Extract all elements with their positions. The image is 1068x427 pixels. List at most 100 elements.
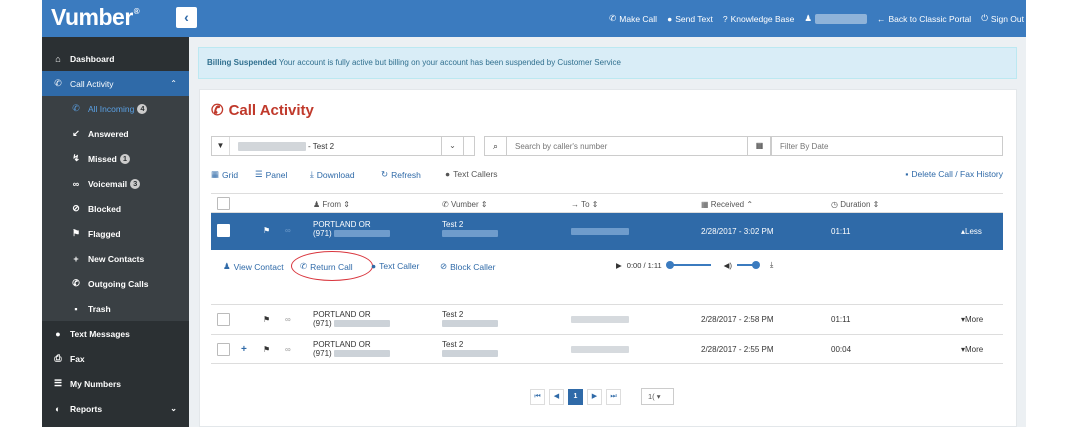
first-page-button[interactable]: ⏮ [530,389,545,405]
volume-slider[interactable] [736,261,760,269]
flag-icon[interactable]: ⚑ [263,315,270,324]
voicemail-icon: ∞ [285,226,291,235]
home-icon: ⌂ [55,53,61,64]
col-to[interactable]: → To ⇕ [571,200,598,209]
sidebar-item-call-activity[interactable]: ✆ Call Activity ⌃ [42,71,189,96]
sidebar-item-my-numbers[interactable]: ☰ My Numbers [42,371,189,396]
sidebar-item-all-incoming[interactable]: ✆ All Incoming 4 [42,96,189,121]
row-checkbox[interactable] [217,313,230,326]
duration-cell: 01:11 [831,315,851,324]
table-header: ♟ From ⇕ ✆ Vumber ⇕ → To ⇕ ▦ Received ⌃ … [211,193,1003,213]
table-row[interactable]: + ⚑ ∞ PORTLAND OR (971) Test 2 2/28/2017 … [211,334,1003,364]
block-caller-link[interactable]: ⊘ Block Caller [440,261,495,272]
view-contact-link[interactable]: ♟ View Contact [223,261,284,272]
refresh-button[interactable]: ↻ Refresh [381,169,421,180]
chat-icon: ● [667,13,673,24]
date-filter-input[interactable] [772,141,1002,151]
sidebar-toggle-button[interactable]: ‹ [176,7,197,28]
missed-call-icon: ↯ [72,153,80,163]
audio-player: ▶ 0:00 / 1:11 ◀) ⤓ [616,260,773,270]
calendar-icon[interactable]: ▦ [748,137,772,155]
select-all-checkbox[interactable] [217,197,230,210]
seek-slider[interactable] [665,261,711,269]
to-cell [571,228,629,237]
sidebar-item-text-messages[interactable]: ● Text Messages [42,321,189,346]
fax-icon: ⎙ [54,353,62,363]
sidebar-item-outgoing-calls[interactable]: ✆ Outgoing Calls [42,271,189,296]
panel-view-button[interactable]: ☰ Panel [255,169,287,180]
vumber-logo[interactable]: Vumber® [51,4,140,31]
less-toggle[interactable]: ▴Less [961,227,982,236]
col-received[interactable]: ▦ Received ⌃ [701,200,753,209]
sidebar-item-answered[interactable]: ↙ Answered [42,121,189,146]
sidebar-item-trash[interactable]: ▪ Trash [42,296,189,321]
sidebar-item-voicemail[interactable]: ∞ Voicemail 3 [42,171,189,196]
user-menu[interactable]: ♟ [804,13,868,24]
text-callers-button[interactable]: ● Text Callers [445,169,498,179]
play-icon[interactable]: ▶ [616,261,622,270]
page-size-select[interactable]: 1( ▾ [641,388,674,405]
sidebar-item-missed[interactable]: ↯ Missed 1 [42,146,189,171]
table-row[interactable]: ⚑ ∞ PORTLAND OR (971) Test 2 2/28/2017 - … [211,213,1003,250]
top-navbar: Vumber® ‹ ✆ Make Call ● Send Text ? Knowled… [42,0,1026,37]
sidebar-item-fax[interactable]: ⎙ Fax [42,346,189,371]
col-vumber[interactable]: ✆ Vumber ⇕ [442,200,488,209]
row-checkbox[interactable] [217,224,230,237]
sidebar-item-reports[interactable]: ◐ Reports ⌄ [42,396,189,421]
pagination: ⏮ ◀ 1 ▶ ⏭ [530,389,621,405]
grid-view-button[interactable]: ▦ Grid [211,169,238,180]
sidebar-item-new-contacts[interactable]: + New Contacts [42,246,189,271]
download-icon[interactable]: ⤓ [770,260,773,270]
duration-cell: 01:11 [831,227,851,236]
list-icon: ☰ [255,169,263,179]
next-page-button[interactable]: ▶ [587,389,602,405]
vumber-filter-select[interactable]: ▼ - Test 2 [211,136,475,156]
caller-search: ⌕ [484,136,771,156]
row-checkbox[interactable] [217,343,230,356]
prev-page-button[interactable]: ◀ [549,389,564,405]
flag-icon[interactable]: ⚑ [263,226,270,235]
page-1-button[interactable]: 1 [568,389,583,405]
knowledge-base-link[interactable]: ? Knowledge Base [723,14,795,24]
add-contact-icon[interactable]: + [241,344,247,355]
vumber-cell: Test 2 [442,310,498,328]
count-badge: 4 [137,103,148,114]
text-caller-link[interactable]: ● Text Caller [371,261,419,271]
last-page-button[interactable]: ⏭ [606,389,621,405]
flag-icon: ⚑ [71,228,81,238]
more-toggle[interactable]: ▾More [961,315,983,324]
highlight-annotation [291,251,373,281]
sidebar-item-dashboard[interactable]: ⌂ Dashboard [42,46,189,71]
flag-icon[interactable]: ⚑ [263,345,270,354]
send-text-link[interactable]: ● Send Text [667,14,713,24]
billing-alert: Billing Suspended Your account is fully … [198,47,1017,79]
count-badge: 3 [130,178,141,189]
phone-icon: ✆ [609,13,617,23]
table-row[interactable]: ⚑ ∞ PORTLAND OR (971) Test 2 2/28/2017 - … [211,304,1003,334]
sign-out-link[interactable]: ⏻ Sign Out [981,13,1024,24]
download-button[interactable]: ⤓ Download [310,169,355,180]
to-cell [571,316,629,325]
to-cell [571,346,629,355]
more-toggle[interactable]: ▾More [961,345,983,354]
filter-icon: ▼ [212,137,230,155]
page-title: ✆ Call Activity [211,101,314,120]
classic-portal-link[interactable]: ← Back to Classic Portal [877,14,971,24]
col-from[interactable]: ♟ From ⇕ [313,200,350,209]
blocked-icon: ⊘ [72,203,80,213]
answered-arrow-icon: ↙ [72,128,80,138]
sidebar-item-blocked[interactable]: ⊘ Blocked [42,196,189,221]
col-duration[interactable]: ◷ Duration ⇕ [831,200,879,209]
row-detail-actions: ♟ View Contact ✆ Return Call ● Text Caller … [211,250,1003,302]
search-input[interactable] [507,141,770,151]
vumber-cell: Test 2 [442,340,498,358]
search-icon[interactable]: ⌕ [485,137,507,155]
delete-history-button[interactable]: ▪ Delete Call / Fax History [905,169,1003,179]
list-icon: ☰ [53,378,63,388]
account-redacted [238,141,306,151]
make-call-link[interactable]: ✆ Make Call [609,13,657,24]
filter-dropdown-caret[interactable]: ⌄ [441,136,464,156]
sidebar-item-flagged[interactable]: ⚑ Flagged [42,221,189,246]
duration-cell: 00:04 [831,345,852,354]
volume-icon[interactable]: ◀) [724,261,732,270]
